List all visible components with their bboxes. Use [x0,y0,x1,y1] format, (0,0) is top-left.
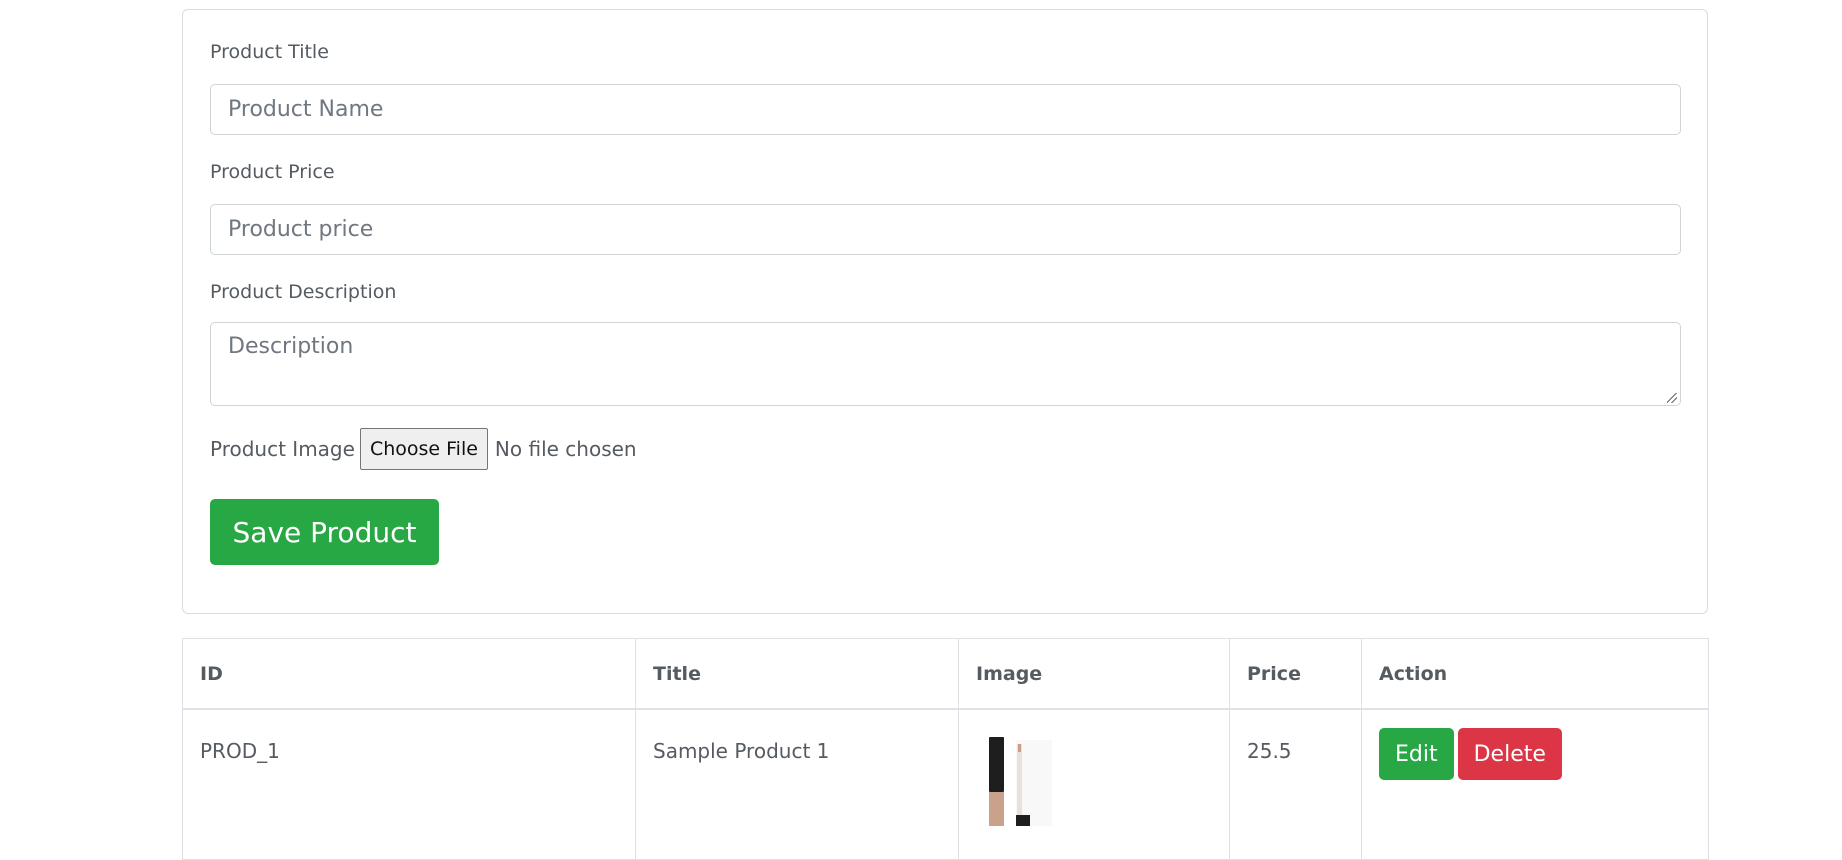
cell-action: Edit Delete [1361,708,1709,860]
cell-id: PROD_1 [182,708,636,860]
product-title-input[interactable] [210,84,1681,135]
cell-price: 25.5 [1229,708,1362,860]
delete-button[interactable]: Delete [1457,728,1562,780]
header-title: Title [635,638,959,710]
header-price: Price [1229,638,1362,710]
product-thumbnail-icon [989,737,1052,826]
product-description-textarea[interactable] [210,322,1681,406]
product-title-label: Product Title [210,41,329,63]
product-image-field: Product Image Choose File No file chosen [210,428,637,470]
header-id: ID [182,638,636,710]
resize-grip-icon[interactable] [1667,393,1677,403]
products-table: ID Title Image Price Action PROD_1 Sampl… [182,638,1709,860]
cell-title: Sample Product 1 [635,708,959,860]
table-row: PROD_1 Sample Product 1 25.5 Edit Delete [182,708,1709,860]
product-description-label: Product Description [210,281,397,303]
cell-image [958,708,1230,860]
table-header-row: ID Title Image Price Action [182,638,1709,710]
header-image: Image [958,638,1230,710]
file-status-text: No file chosen [494,437,637,461]
product-price-input[interactable] [210,204,1681,255]
choose-file-button[interactable]: Choose File [359,428,488,470]
save-product-button[interactable]: Save Product [210,499,439,565]
product-price-label: Product Price [210,161,335,183]
edit-button[interactable]: Edit [1379,728,1454,780]
header-action: Action [1361,638,1709,710]
product-image-label: Product Image [210,437,355,461]
